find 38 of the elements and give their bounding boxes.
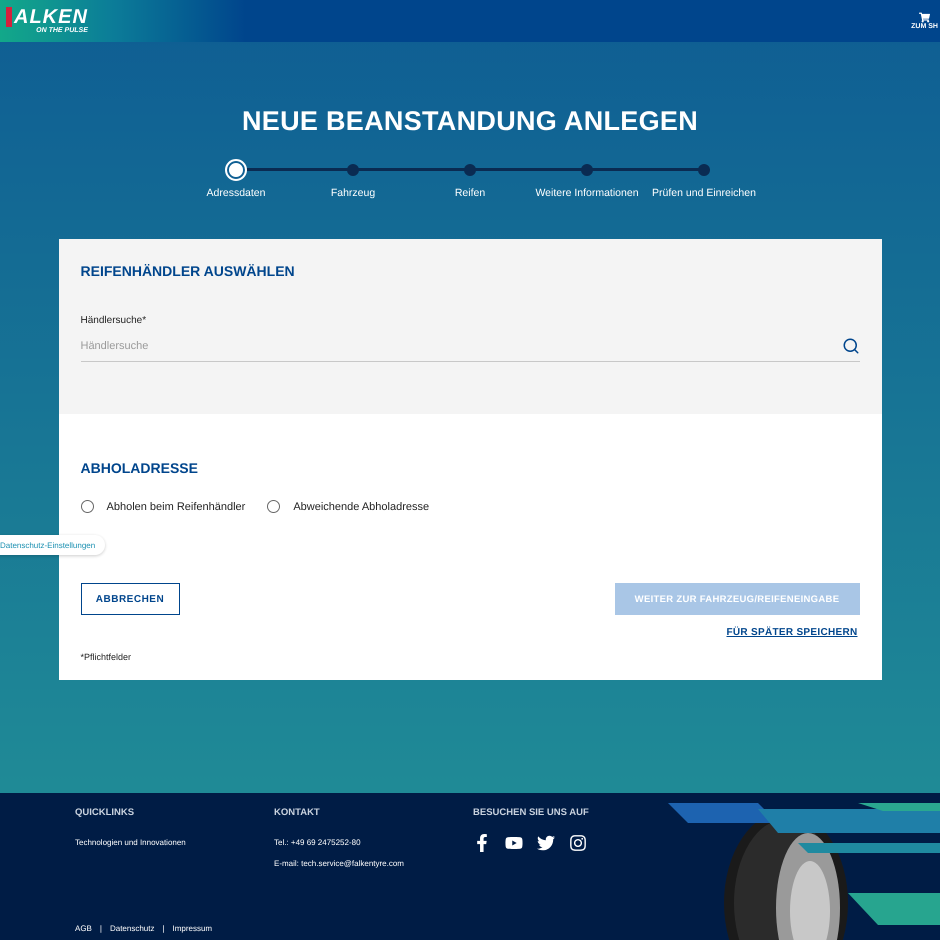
section-heading: REIFENHÄNDLER AUSWÄHLEN [80, 263, 296, 279]
twitter-icon[interactable] [537, 834, 555, 852]
contact-text: Tel.: +49 69 2475252-80 [274, 838, 362, 847]
cart-icon [919, 12, 930, 23]
contact-text: E-mail: tech.service@falkentyre.com [274, 859, 405, 868]
instagram-icon[interactable] [569, 834, 587, 852]
logo[interactable]: ALKEN [6, 7, 88, 27]
radio-option[interactable]: Abholen beim Reifenhändler [80, 500, 246, 513]
privacy-settings-button[interactable]: Datenschutz-Einstellungen [0, 535, 106, 555]
page-title: NEUE BEANSTANDUNG ANLEGEN [242, 106, 698, 137]
step-dot[interactable] [464, 164, 476, 176]
step-dot[interactable] [225, 159, 247, 181]
step-dot[interactable] [698, 164, 710, 176]
legal-link[interactable]: Datenschutz [110, 924, 154, 933]
search-icon[interactable] [842, 336, 860, 354]
radio-option[interactable]: Abweichende Abholadresse [267, 500, 430, 513]
footer-heading: KONTAKT [274, 807, 321, 818]
separator: | [100, 924, 102, 933]
legal-link[interactable]: Impressum [172, 924, 212, 933]
step-dot[interactable] [581, 164, 593, 176]
step-label: Prüfen und Einreichen [652, 187, 756, 199]
footer-heading: QUICKLINKS [75, 807, 136, 818]
cancel-button[interactable]: ABBRECHEN [80, 583, 180, 615]
footer-heading: BESUCHEN SIE UNS AUF [473, 807, 590, 818]
footer-link[interactable]: Technologien und Innovationen [75, 838, 274, 847]
separator: | [162, 924, 165, 933]
step-label: Reifen [454, 187, 486, 199]
dealer-search-field[interactable]: Händlersuche [80, 340, 842, 352]
step-dot[interactable] [347, 164, 359, 176]
section-heading: ABHOLADRESSE [80, 460, 199, 476]
legal-link[interactable]: AGB [75, 924, 92, 933]
save-later-link[interactable]: FÜR SPÄTER SPEICHERN [726, 627, 858, 638]
step-label: Fahrzeug [330, 187, 376, 199]
step-label: Weitere Informationen [535, 187, 639, 199]
step-label: Adressdaten [206, 187, 266, 199]
youtube-icon[interactable] [505, 834, 523, 852]
required-note: *Pflichtfelder [80, 652, 132, 662]
field-label: Händlersuche* [80, 315, 148, 326]
